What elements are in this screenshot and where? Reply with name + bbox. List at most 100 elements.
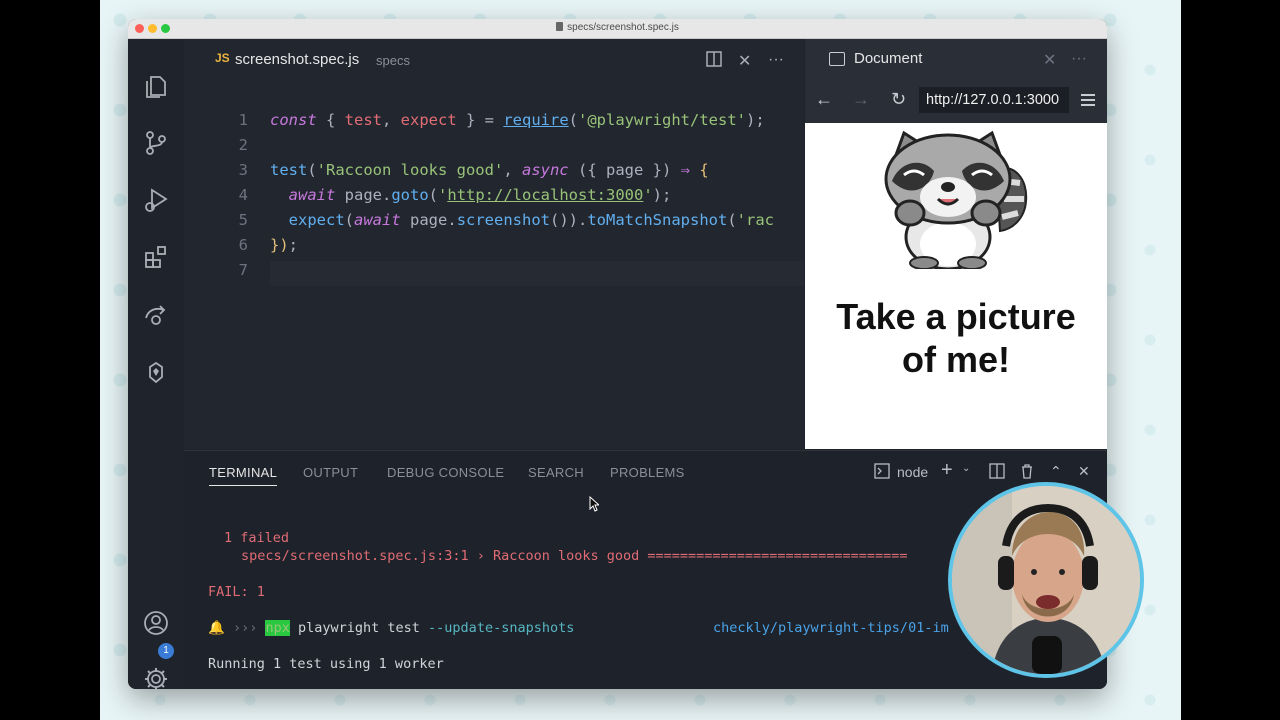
code-token: const: [270, 111, 317, 129]
line-number: 7: [238, 261, 248, 279]
browser-tab-title[interactable]: Document: [854, 50, 922, 67]
close-tab-icon[interactable]: ✕: [738, 51, 751, 71]
code-line[interactable]: 2: [184, 136, 804, 161]
tab-terminal[interactable]: TERMINAL: [209, 465, 278, 486]
close-browser-tab-icon[interactable]: ✕: [1043, 50, 1056, 70]
raccoon-illustration: [884, 130, 1028, 269]
terminal-shell-icon: [874, 463, 890, 482]
browser-icon: [829, 52, 845, 66]
code-token: } =: [456, 111, 504, 129]
split-editor-icon[interactable]: [706, 51, 722, 72]
code-token: ⇒: [680, 161, 690, 179]
code-token: (: [344, 211, 355, 229]
more-actions-icon[interactable]: ···: [768, 51, 784, 69]
remote-icon[interactable]: [142, 300, 170, 328]
code-token: 'Raccoon looks good': [316, 161, 504, 179]
editor-tab-folder: specs: [376, 53, 410, 68]
code-token: );: [652, 186, 672, 204]
source-control-icon[interactable]: [142, 129, 170, 157]
terminal-command-line: 🔔 ››› npx playwright test --update-snaps…: [208, 620, 574, 636]
code-line[interactable]: 3 test('Raccoon looks good', async ({ pag…: [184, 161, 804, 186]
code-token: test: [344, 111, 382, 129]
page-heading-line-2: of me!: [902, 339, 1010, 380]
code-token: ()).: [550, 211, 588, 229]
browser-viewport: Take a picture of me!: [805, 123, 1107, 449]
forward-arrow-icon[interactable]: →: [852, 89, 870, 110]
code-token: async: [521, 161, 569, 179]
editor-area: JS screenshot.spec.js specs ✕ ··· 1 const…: [184, 39, 804, 449]
settings-gear-icon[interactable]: [142, 665, 170, 689]
code-token: await: [354, 211, 401, 229]
reload-icon[interactable]: ↻: [891, 89, 906, 110]
code-text: const { test, expect } = require('@playw…: [270, 111, 765, 129]
title-bar: specs/screenshot.spec.js: [128, 19, 1107, 39]
new-terminal-icon[interactable]: +: [941, 459, 953, 482]
code-token: }): [643, 161, 681, 179]
code-token: );: [746, 111, 765, 129]
code-line[interactable]: 7: [184, 261, 804, 286]
tab-search[interactable]: SEARCH: [528, 465, 584, 480]
browser-toolbar: ← → ↻ http://127.0.0.1:3000: [805, 79, 1107, 123]
code-token: ({: [568, 161, 606, 179]
code-token: '@playwright/test': [578, 111, 746, 129]
code-token: goto: [391, 186, 429, 204]
code-line[interactable]: 6});: [184, 236, 804, 261]
code-token: {: [316, 111, 345, 129]
browser-more-icon[interactable]: ···: [1071, 50, 1087, 68]
bell-icon: 🔔: [208, 620, 225, 636]
account-icon[interactable]: [142, 609, 170, 637]
maximize-panel-icon[interactable]: ⌃: [1050, 463, 1062, 480]
tab-problems[interactable]: PROBLEMS: [610, 465, 685, 480]
browser-menu-icon[interactable]: [1081, 94, 1095, 106]
url-input[interactable]: http://127.0.0.1:3000: [919, 87, 1069, 113]
terminal-fail-count: FAIL: 1: [208, 584, 265, 600]
run-debug-icon[interactable]: [142, 186, 170, 214]
command-flag: --update-snapshots: [428, 620, 575, 636]
editor-tab-filename[interactable]: screenshot.spec.js: [235, 51, 359, 68]
tab-output[interactable]: OUTPUT: [303, 465, 358, 480]
code-line[interactable]: 1 const { test, expect } = require('@play…: [184, 111, 804, 136]
command-npx: npx: [265, 620, 290, 636]
terminal-shell-name[interactable]: node: [897, 464, 928, 480]
files-icon[interactable]: [142, 73, 170, 101]
line-number: 1: [238, 111, 248, 129]
js-file-icon: JS: [215, 51, 230, 65]
code-token: expect: [400, 111, 457, 129]
code-token: ,: [503, 161, 522, 179]
code-line[interactable]: 5 expect(await page.screenshot()).toMatc…: [184, 211, 804, 236]
code-token: }): [270, 236, 289, 254]
split-terminal-icon[interactable]: [989, 463, 1005, 482]
line-number: 2: [238, 136, 248, 154]
close-panel-icon[interactable]: ✕: [1078, 463, 1090, 480]
trash-icon[interactable]: [1019, 463, 1035, 482]
editor-tab-bar: JS screenshot.spec.js specs ✕ ···: [184, 39, 804, 79]
code-token: ': [643, 186, 653, 204]
playwright-icon[interactable]: [142, 359, 170, 387]
line-number: 5: [238, 211, 248, 229]
command-args: playwright test: [289, 620, 429, 636]
code-token: expect: [288, 211, 345, 229]
code-token: ': [438, 186, 448, 204]
code-token: require: [503, 111, 569, 129]
page-heading: Take a picture of me!: [805, 295, 1107, 381]
file-icon: [556, 22, 564, 31]
code-token: (: [428, 186, 439, 204]
code-token: page.: [335, 186, 392, 204]
page-heading-line-1: Take a picture: [836, 296, 1076, 337]
simple-browser-panel: Document ✕ ··· ← → ↻ http://127.0.0.1:30…: [805, 39, 1107, 449]
extensions-icon[interactable]: [142, 243, 170, 271]
terminal-failed-test: specs/screenshot.spec.js:3:1 › Raccoon l…: [241, 548, 908, 564]
code-token: screenshot: [456, 211, 551, 229]
code-line[interactable]: 4 await page.goto('http://localhost:3000…: [184, 186, 804, 211]
terminal-dropdown-icon[interactable]: ⌄: [962, 463, 970, 474]
code-token: (: [727, 211, 737, 229]
code-token: await: [288, 186, 336, 204]
code-text: });: [270, 236, 298, 254]
code-token: (: [307, 161, 317, 179]
code-token: http://localhost:3000: [447, 186, 644, 204]
back-arrow-icon[interactable]: ←: [815, 89, 833, 110]
tab-debug-console[interactable]: DEBUG CONSOLE: [387, 465, 504, 480]
code-token: page: [605, 161, 644, 179]
